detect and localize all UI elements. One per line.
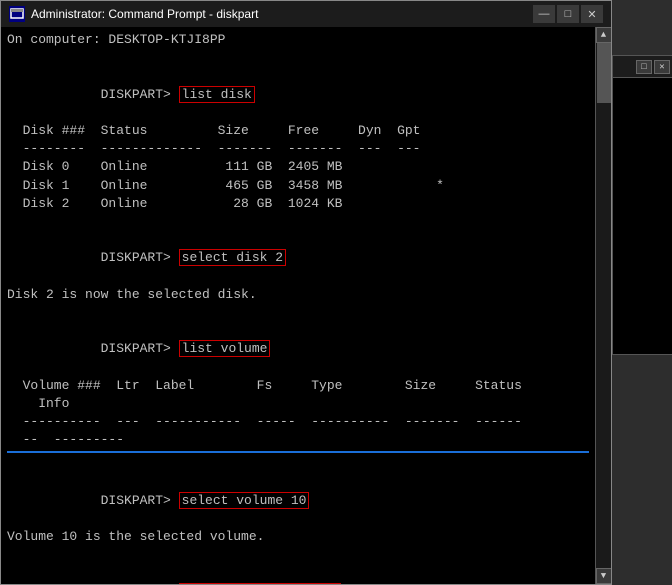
titlebar: Administrator: Command Prompt - diskpart… xyxy=(1,1,611,27)
terminal-content[interactable]: On computer: DESKTOP-KTJI8PP DISKPART> l… xyxy=(1,27,595,584)
cmd4-line: DISKPART> select volume 10 xyxy=(7,474,589,529)
cmd2-box: select disk 2 xyxy=(179,249,286,266)
table-divider: -------- ------------- ------- ------- -… xyxy=(7,140,589,158)
bg-close-button[interactable]: ✕ xyxy=(654,60,670,74)
top-section: On computer: DESKTOP-KTJI8PP DISKPART> l… xyxy=(7,31,589,453)
cmd-window: Administrator: Command Prompt - diskpart… xyxy=(0,0,612,585)
prompt4: DISKPART> xyxy=(101,493,179,508)
window-icon xyxy=(9,6,25,22)
scrollbar[interactable]: ▲ ▼ xyxy=(595,27,611,584)
vol-header2: Info xyxy=(7,395,589,413)
desktop: □ ✕ Administrator: Command Prompt - disk… xyxy=(0,0,672,585)
titlebar-buttons: — □ ✕ xyxy=(533,5,603,23)
vol-divider2: -- --------- xyxy=(7,431,589,449)
cmd5-box: format fs=ntfs quick xyxy=(179,583,341,584)
blank-after-select xyxy=(7,304,589,322)
cmd2-line: DISKPART> select disk 2 xyxy=(7,231,589,286)
cmd3-line: DISKPART> list volume xyxy=(7,322,589,377)
bottom-section: DISKPART> select volume 10 Volume 10 is … xyxy=(7,455,589,584)
vol-result: Volume 10 is the selected volume. xyxy=(7,528,589,546)
cmd1-line: DISKPART> list disk xyxy=(7,67,589,122)
content-wrapper: On computer: DESKTOP-KTJI8PP DISKPART> l… xyxy=(1,27,611,584)
window-title: Administrator: Command Prompt - diskpart xyxy=(31,7,527,21)
prompt1: DISKPART> xyxy=(101,87,179,102)
disk0-line: Disk 0 Online 111 GB 2405 MB xyxy=(7,158,589,176)
table-header: Disk ### Status Size Free Dyn Gpt xyxy=(7,122,589,140)
background-window: □ ✕ xyxy=(612,55,672,355)
disk2-line: Disk 2 Online 28 GB 1024 KB xyxy=(7,195,589,213)
blank-after-scroll xyxy=(7,455,589,473)
cmd3-box: list volume xyxy=(179,340,271,357)
cmd1-box: list disk xyxy=(179,86,255,103)
scroll-thumb[interactable] xyxy=(597,43,611,103)
vol-header1: Volume ### Ltr Label Fs Type Size Status xyxy=(7,377,589,395)
blank-before-format xyxy=(7,546,589,564)
prompt2: DISKPART> xyxy=(101,250,179,265)
scroll-down-arrow[interactable]: ▼ xyxy=(596,568,612,584)
bg-maximize-button[interactable]: □ xyxy=(636,60,652,74)
close-button[interactable]: ✕ xyxy=(581,5,603,23)
prompt3: DISKPART> xyxy=(101,341,179,356)
cmd4-box: select volume 10 xyxy=(179,492,310,509)
select-disk-result: Disk 2 is now the selected disk. xyxy=(7,286,589,304)
minimize-button[interactable]: — xyxy=(533,5,555,23)
blank-after-disks xyxy=(7,213,589,231)
disk1-line: Disk 1 Online 465 GB 3458 MB * xyxy=(7,177,589,195)
scroll-track[interactable] xyxy=(596,43,611,568)
blank-line-0 xyxy=(7,49,589,67)
maximize-button[interactable]: □ xyxy=(557,5,579,23)
bg-window-titlebar: □ ✕ xyxy=(613,56,672,78)
vol-divider: ---------- --- ----------- ----- -------… xyxy=(7,413,589,431)
computer-line: On computer: DESKTOP-KTJI8PP xyxy=(7,31,589,49)
scroll-up-arrow[interactable]: ▲ xyxy=(596,27,612,43)
cmd5-line: DISKPART> format fs=ntfs quick xyxy=(7,564,589,584)
